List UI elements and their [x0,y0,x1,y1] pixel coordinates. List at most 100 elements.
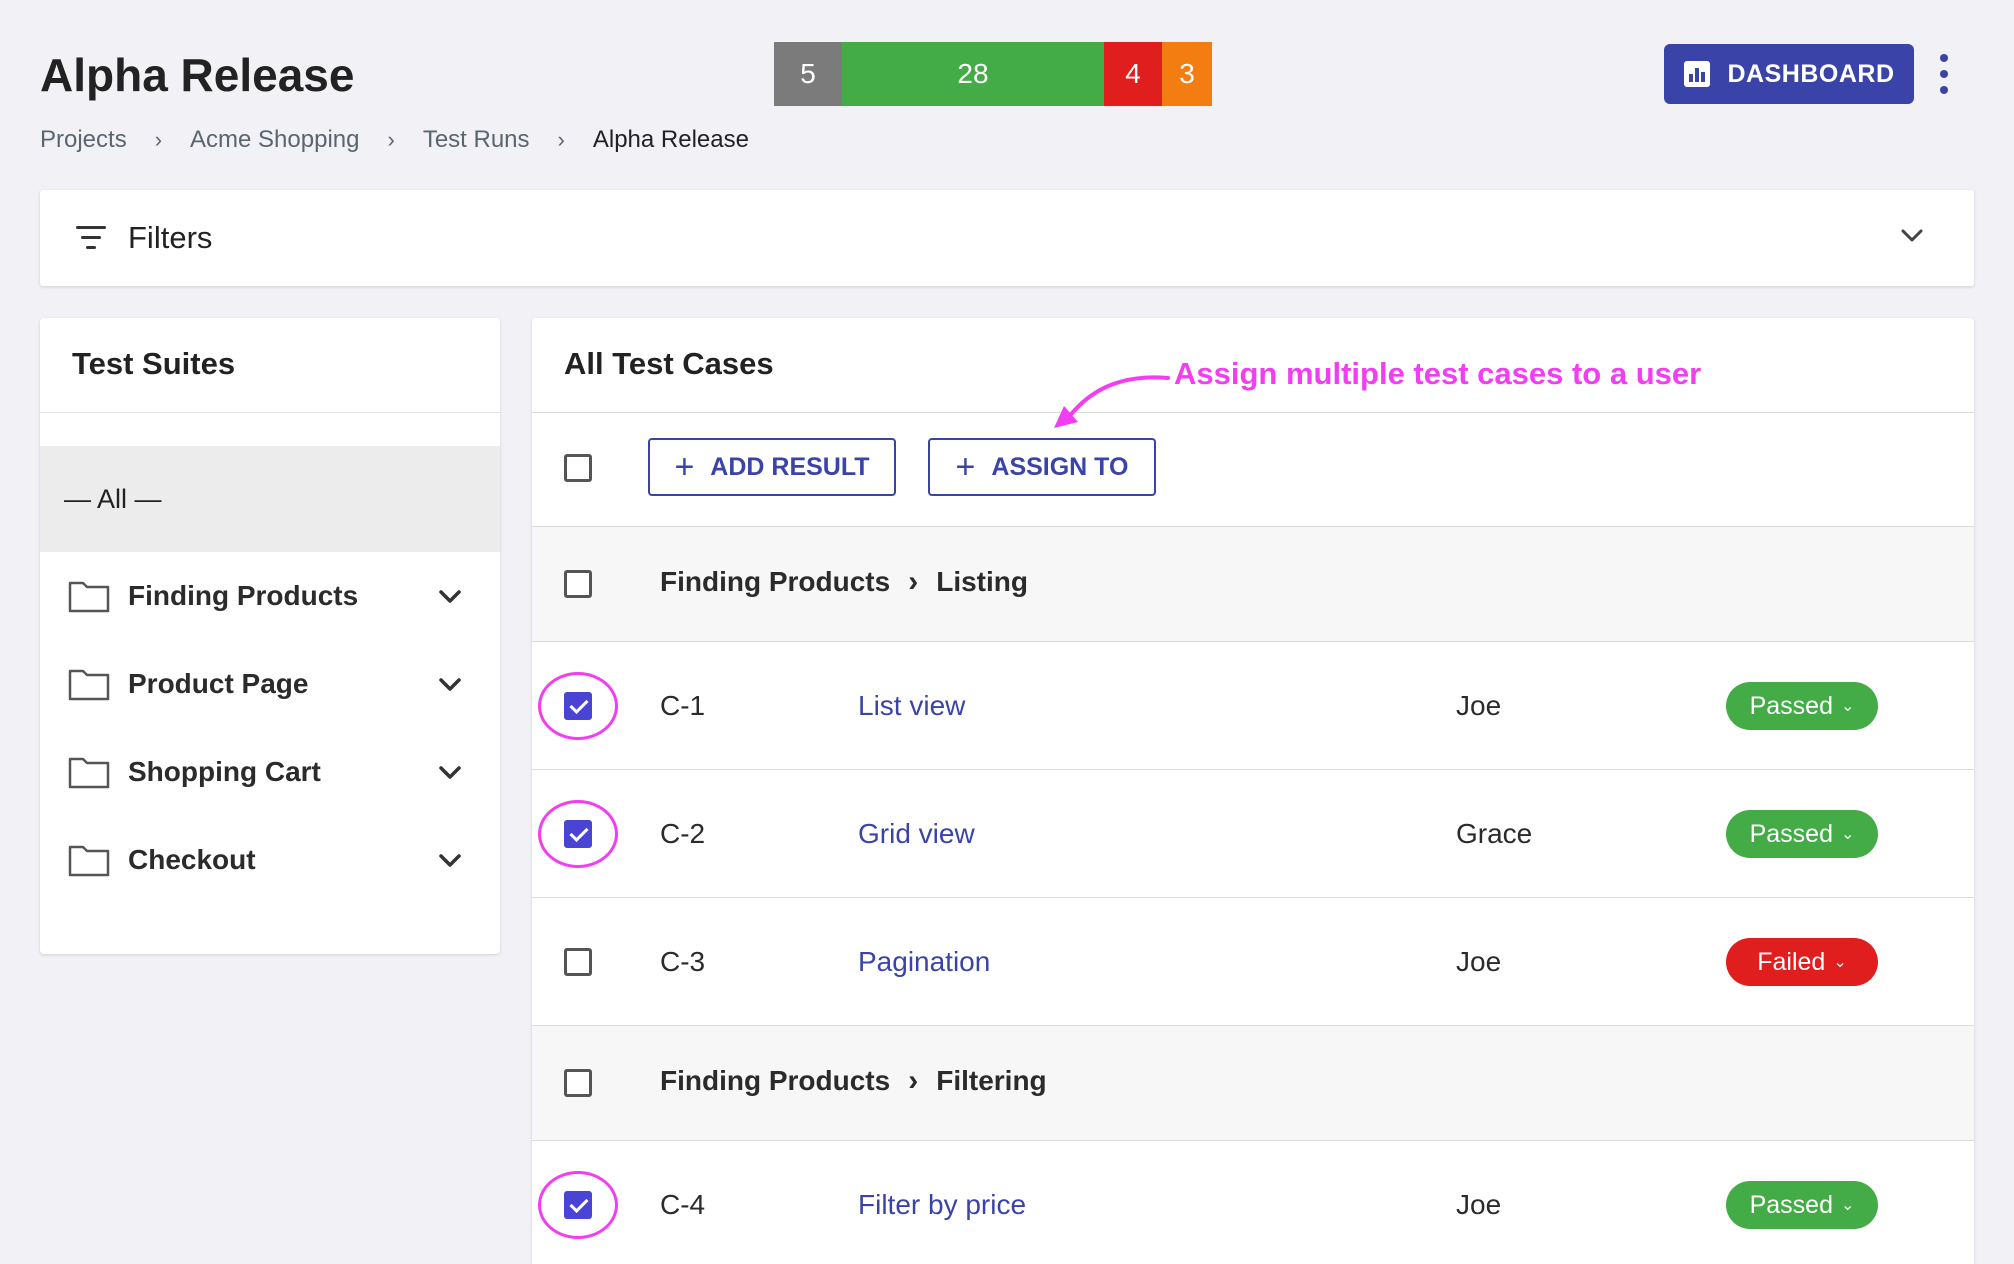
annotation-arrow-icon [1054,375,1170,428]
suite-item-all[interactable]: — All — [40,446,500,552]
add-result-label: ADD RESULT [710,452,870,481]
case-assignee: Joe [1456,1189,1502,1220]
status-badge[interactable]: Passed ⌄ [1726,810,1878,858]
section-child: Listing [936,566,1028,597]
filter-icon [76,226,106,250]
case-id: C-4 [660,1189,706,1220]
suite-label: Checkout [128,844,256,875]
status-badge[interactable]: Passed ⌄ [1726,682,1878,730]
breadcrumb-projects[interactable]: Projects [40,126,127,154]
results-summary-bar: 5 28 4 3 [774,42,1212,106]
table-row[interactable]: C-3 Pagination Joe Failed ⌄ [532,898,1974,1026]
breadcrumb: Projects › Acme Shopping › Test Runs › A… [40,126,749,154]
chevron-right-icon: › [908,565,919,598]
page-title: Alpha Release [40,49,355,101]
row-checkbox[interactable] [564,692,592,720]
filters-label: Filters [128,220,213,255]
stat-passed-count: 28 [957,58,989,89]
stat-passed[interactable]: 28 [842,42,1104,106]
dashboard-button-label: DASHBOARD [1727,59,1895,88]
divider [532,412,1974,413]
breadcrumb-project[interactable]: Acme Shopping [190,126,359,154]
chevron-down-icon[interactable] [1900,224,1924,248]
case-assignee: Joe [1456,690,1502,721]
status-label: Passed [1749,1190,1833,1219]
section-checkbox[interactable] [564,1069,592,1097]
status-label: Passed [1749,819,1833,848]
chevron-right-icon: › [908,1064,919,1097]
chevron-down-icon: ⌄ [1840,826,1855,843]
case-assignee: Grace [1456,818,1533,849]
suite-item-shopping-cart[interactable]: Shopping Cart [40,732,500,812]
stat-untested[interactable]: 5 [774,42,842,106]
divider [40,412,500,413]
chevron-down-icon[interactable] [438,760,462,784]
case-assignee: Joe [1456,946,1502,977]
cases-title: All Test Cases [564,346,774,381]
section-checkbox[interactable] [564,570,592,598]
chevron-down-icon: ⌄ [1833,954,1847,971]
section-header: Finding Products › Filtering [532,1026,1974,1140]
breadcrumb-test-runs[interactable]: Test Runs [423,126,530,154]
stat-blocked[interactable]: 3 [1162,42,1212,106]
plus-icon: + [674,448,695,486]
case-id: C-2 [660,818,706,849]
status-label: Failed [1757,947,1826,976]
annotation-text: Assign multiple test cases to a user [1174,356,1702,391]
chevron-down-icon[interactable] [438,672,462,696]
more-options-icon[interactable] [1932,54,1956,94]
test-cases-panel: All Test Cases + ADD RESULT + ASSIGN TO … [532,318,1974,1264]
suite-label: Product Page [128,668,309,699]
section-path: Finding Products › Filtering [660,1064,1047,1098]
table-row[interactable]: C-2 Grid view Grace Passed ⌄ [532,770,1974,898]
folder-icon [68,845,110,877]
case-id: C-3 [660,946,706,977]
suite-item-product-page[interactable]: Product Page [40,644,500,724]
stat-untested-count: 5 [800,58,816,89]
section-path: Finding Products › Listing [660,565,1028,599]
section-parent: Finding Products [660,566,891,597]
stat-failed[interactable]: 4 [1104,42,1162,106]
dashboard-button[interactable]: DASHBOARD [1664,44,1914,104]
folder-icon [68,581,110,613]
breadcrumb-separator: › [387,127,395,152]
case-title-link[interactable]: List view [858,690,965,722]
folder-icon [68,669,110,701]
case-title-link[interactable]: Filter by price [858,1189,1026,1221]
status-badge[interactable]: Failed ⌄ [1726,938,1878,986]
add-result-button[interactable]: + ADD RESULT [648,438,896,496]
suite-item-finding-products[interactable]: Finding Products [40,556,500,636]
chevron-down-icon: ⌄ [1840,1197,1855,1214]
assign-to-button[interactable]: + ASSIGN TO [928,438,1156,496]
bar-chart-icon [1683,61,1710,87]
row-checkbox[interactable] [564,1191,592,1219]
row-checkbox[interactable] [564,820,592,848]
case-title-link[interactable]: Pagination [858,946,990,978]
section-parent: Finding Products [660,1065,891,1096]
chevron-down-icon[interactable] [438,584,462,608]
breadcrumb-separator: › [154,127,163,152]
table-row[interactable]: C-1 List view Joe Passed ⌄ [532,642,1974,770]
section-header: Finding Products › Listing [532,527,1974,641]
filters-panel[interactable]: Filters [40,190,1974,286]
chevron-down-icon[interactable] [438,848,462,872]
stat-blocked-count: 3 [1179,58,1195,89]
case-title-link[interactable]: Grid view [858,818,975,850]
table-row[interactable]: C-4 Filter by price Joe Passed ⌄ [532,1141,1974,1264]
select-all-checkbox[interactable] [564,454,592,482]
plus-icon: + [955,448,976,486]
suite-item-checkout[interactable]: Checkout [40,820,500,900]
row-checkbox[interactable] [564,948,592,976]
folder-icon [68,757,110,789]
chevron-down-icon: ⌄ [1840,698,1855,715]
breadcrumb-current: Alpha Release [592,126,749,153]
status-label: Passed [1749,691,1833,720]
assign-to-label: ASSIGN TO [991,452,1129,481]
stat-failed-count: 4 [1125,58,1141,89]
suite-label: Shopping Cart [128,756,321,787]
suites-title: Test Suites [72,346,236,381]
status-badge[interactable]: Passed ⌄ [1726,1181,1878,1229]
test-suites-panel: Test Suites — All — Finding Products Pro… [40,318,500,954]
section-child: Filtering [936,1065,1047,1096]
breadcrumb-separator: › [557,127,565,152]
